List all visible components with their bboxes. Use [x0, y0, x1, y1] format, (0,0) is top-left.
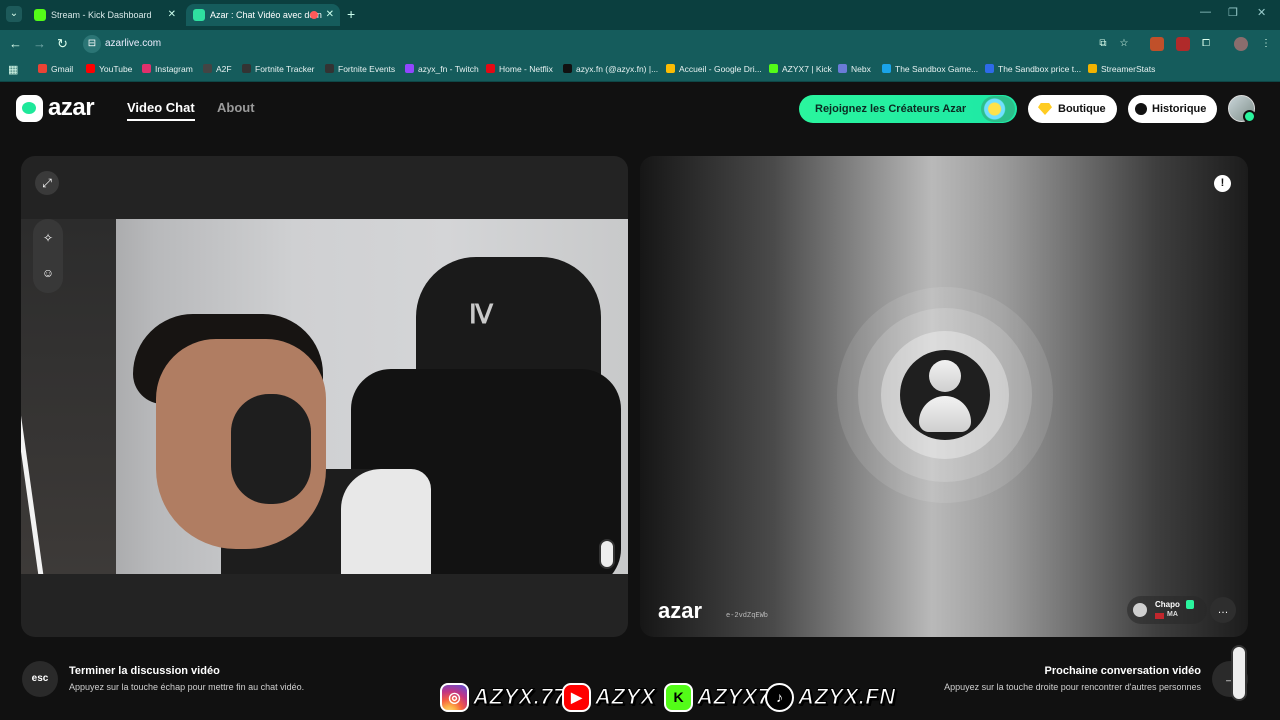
browser-tab-bar: ⌄ Stream - Kick Dashboard ✕ Azar : Chat … [0, 0, 1280, 30]
bookmark-fortnite-events[interactable]: Fortnite Events [325, 64, 395, 74]
nav-video-chat[interactable]: Video Chat [127, 100, 195, 121]
profile-icon[interactable] [1234, 37, 1248, 51]
google-drive-icon [666, 64, 675, 73]
tab-search-icon[interactable]: ⌄ [6, 6, 22, 22]
tiktok-icon [563, 64, 572, 73]
address-bar: ← → ↻ ⊟ azarlive.com ⧉ ☆ ⧠ ⋮ [0, 30, 1280, 58]
join-creators-label: Rejoignez les Créateurs Azar [815, 103, 967, 115]
face-filter-icon[interactable]: ☺ [40, 265, 56, 281]
azar-logo-text[interactable]: azar [48, 94, 95, 122]
install-app-icon[interactable]: ⧉ [1096, 37, 1110, 51]
bookmarks-bar: ▦ Gmail YouTube Instagram A2F Fortnite T… [0, 58, 1280, 82]
bookmark-streamerstats[interactable]: StreamerStats [1088, 64, 1155, 74]
bookmark-netflix[interactable]: Home - Netflix [486, 64, 553, 74]
recording-indicator-icon [310, 11, 318, 19]
sandbox-icon [882, 64, 891, 73]
clock-icon [1135, 103, 1147, 115]
extensions-puzzle-icon[interactable]: ⧠ [1199, 37, 1213, 51]
stream-watermark-icon [1231, 645, 1247, 701]
bookmark-twitch[interactable]: azyx_fn - Twitch [405, 64, 479, 74]
tab-kick-dashboard[interactable]: Stream - Kick Dashboard ✕ [27, 4, 182, 26]
sandbox-price-icon [985, 64, 994, 73]
shop-label: Boutique [1058, 103, 1106, 115]
twitch-icon [405, 64, 414, 73]
report-icon[interactable]: ! [1214, 175, 1231, 192]
youtube-icon [86, 64, 95, 73]
azar-favicon-icon [193, 9, 205, 21]
close-tab-icon[interactable]: ✕ [326, 4, 334, 26]
apps-grid-icon[interactable]: ▦ [8, 63, 18, 76]
camera-tools: ✧ ☺ [33, 219, 63, 293]
magic-wand-icon[interactable]: ✧ [40, 230, 56, 246]
kick-icon [769, 64, 778, 73]
verified-badge-icon [1186, 600, 1194, 609]
bookmark-youtube[interactable]: YouTube [86, 64, 132, 74]
instagram-icon [142, 64, 151, 73]
bookmark-sandbox-price[interactable]: The Sandbox price t... [985, 64, 1081, 74]
nav-about[interactable]: About [217, 100, 255, 115]
bookmark-a2f[interactable]: A2F [203, 64, 232, 74]
extension-icon[interactable] [1150, 37, 1164, 51]
end-chat-button[interactable]: esc [22, 661, 58, 697]
fortnite-tracker-icon [242, 64, 251, 73]
tab-azar[interactable]: Azar : Chat Vidéo avec de n ✕ [186, 4, 340, 26]
peer-country: MA [1167, 611, 1178, 618]
bookmark-gmail[interactable]: Gmail [38, 64, 73, 74]
reload-icon[interactable]: ↻ [57, 36, 68, 52]
headphones [231, 394, 311, 504]
extension-icon[interactable] [1176, 37, 1190, 51]
shop-button[interactable]: Boutique [1028, 95, 1117, 123]
fortnite-events-icon [325, 64, 334, 73]
peer-avatar-icon [1133, 603, 1147, 617]
new-tab-icon[interactable]: + [347, 6, 355, 22]
minimize-icon[interactable]: — [1200, 6, 1211, 18]
morocco-flag-icon [1155, 613, 1164, 619]
bookmark-google-drive[interactable]: Accueil - Google Dri... [666, 64, 762, 74]
chat-bubble-icon[interactable]: … [1210, 597, 1236, 623]
bookmark-star-icon[interactable]: ☆ [1117, 37, 1131, 51]
a2f-icon [203, 64, 212, 73]
expand-icon[interactable]: ⤢ [35, 171, 59, 195]
restore-icon[interactable]: ❐ [1228, 6, 1238, 19]
bookmark-tiktok[interactable]: azyx.fn (@azyx.fn) |... [563, 64, 658, 74]
creators-badge-icon [981, 96, 1015, 122]
end-chat-hint: Appuyez sur la touche échap pour mettre … [69, 682, 305, 692]
local-camera-feed: Ⅳ [21, 219, 628, 574]
stream-watermark-icon [599, 539, 615, 569]
nebx-icon [838, 64, 847, 73]
site-info-icon[interactable]: ⊟ [83, 35, 101, 53]
close-window-icon[interactable]: ✕ [1257, 6, 1266, 19]
close-tab-icon[interactable]: ✕ [168, 4, 176, 26]
end-chat-title: Terminer la discussion vidéo [69, 665, 220, 677]
user-avatar[interactable] [1228, 95, 1256, 123]
user-silhouette-icon [929, 360, 961, 392]
bookmark-kick[interactable]: AZYX7 | Kick [769, 64, 832, 74]
tab-title: Stream - Kick Dashboard [51, 10, 152, 20]
next-chat-hint: Appuyez sur la touche droite pour rencon… [944, 682, 1201, 692]
peer-name: Chapo [1155, 600, 1180, 609]
forward-icon[interactable]: → [33, 36, 46, 52]
bookmark-fortnite-tracker[interactable]: Fortnite Tracker [242, 64, 315, 74]
session-id: e-2vdZqEWb [726, 612, 769, 620]
streamerstats-icon [1088, 64, 1097, 73]
bookmark-nebx[interactable]: Nebx [838, 64, 871, 74]
netflix-icon [486, 64, 495, 73]
back-icon[interactable]: ← [9, 36, 22, 52]
gmail-icon [38, 64, 47, 73]
browser-menu-icon[interactable]: ⋮ [1259, 37, 1273, 51]
gem-icon [1038, 103, 1052, 115]
history-button[interactable]: Historique [1128, 95, 1217, 123]
bookmark-instagram[interactable]: Instagram [142, 64, 193, 74]
chair-logo-icon: Ⅳ [469, 299, 493, 329]
azar-logo-icon[interactable] [16, 95, 43, 122]
kick-favicon-icon [34, 9, 46, 21]
url-field[interactable]: azarlive.com [105, 38, 161, 49]
next-chat-title: Prochaine conversation vidéo [1044, 665, 1202, 677]
join-creators-button[interactable]: Rejoignez les Créateurs Azar [799, 95, 1017, 123]
bookmark-sandbox-game[interactable]: The Sandbox Game... [882, 64, 978, 74]
tab-title: Azar : Chat Vidéo avec de n [210, 10, 322, 20]
history-label: Historique [1152, 103, 1207, 115]
local-video-panel: ⤢ Ⅳ [21, 156, 628, 637]
azar-watermark: azar [658, 598, 703, 623]
